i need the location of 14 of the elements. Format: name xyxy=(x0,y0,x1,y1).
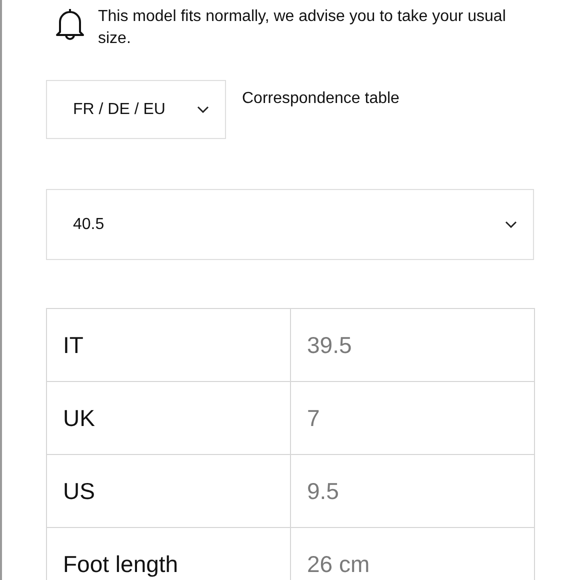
size-system-dropdown[interactable]: FR / DE / EU xyxy=(46,80,226,139)
size-value-cell: 26 cm xyxy=(291,528,535,580)
size-value-cell: 7 xyxy=(291,382,535,455)
size-value-cell: 39.5 xyxy=(291,309,535,382)
chevron-down-icon xyxy=(505,221,517,228)
chevron-down-icon xyxy=(197,106,209,113)
correspondence-table-link[interactable]: Correspondence table xyxy=(242,90,400,108)
size-dropdown[interactable]: 40.5 xyxy=(46,189,534,260)
size-label-cell: Foot length xyxy=(47,528,291,580)
size-label-cell: UK xyxy=(47,382,291,455)
size-value-cell: 9.5 xyxy=(291,455,535,528)
size-label-cell: US xyxy=(47,455,291,528)
fit-notice: This model fits normally, we advise you to take your usual size. xyxy=(98,7,507,49)
size-label-cell: IT xyxy=(47,309,291,382)
